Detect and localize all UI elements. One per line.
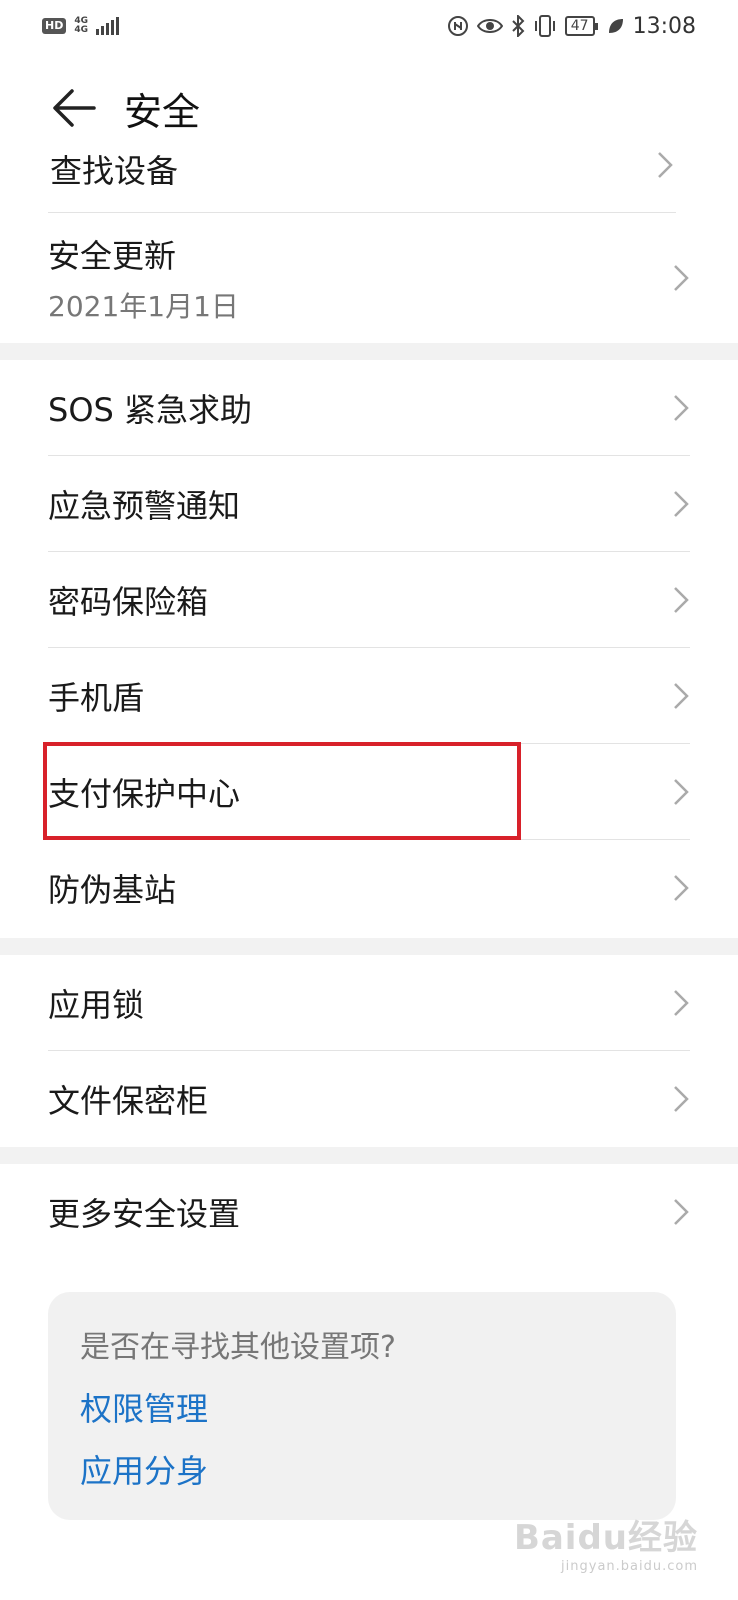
group-app-privacy: 应用锁 文件保密柜	[0, 955, 738, 1147]
signal-icon	[96, 17, 119, 35]
chevron-right-icon	[658, 152, 673, 178]
suggestions-question: 是否在寻找其他设置项?	[80, 1330, 396, 1365]
leaf-icon	[608, 19, 623, 33]
chevron-right-icon	[674, 989, 689, 1016]
settings-item-label: 应急预警通知	[48, 486, 241, 525]
network-type-bottom: 4G	[74, 25, 88, 35]
back-button[interactable]	[44, 78, 104, 138]
group-separator	[0, 343, 738, 360]
group-separator	[0, 938, 738, 955]
chevron-right-icon	[674, 875, 689, 901]
network-type: 4G 4G	[74, 17, 88, 35]
clock: 13:08	[632, 13, 696, 39]
settings-item-label: 文件保密柜	[48, 1082, 209, 1120]
group-separator	[0, 1147, 738, 1164]
settings-item-more-security[interactable]: 更多安全设置	[48, 1164, 690, 1260]
settings-item-label: 更多安全设置	[48, 1195, 241, 1233]
settings-item-find-device[interactable]: 查找设备	[48, 140, 678, 186]
settings-item-file-safe[interactable]: 文件保密柜	[48, 1051, 690, 1147]
security-update-date: 2021年1月1日	[48, 290, 239, 323]
settings-item-security-update[interactable]: 安全更新 2021年1月1日	[48, 213, 690, 343]
status-bar: HD 4G 4G 47 13:08	[0, 0, 738, 52]
watermark-brand: Baidu经验	[513, 1518, 698, 1558]
settings-item-label: 密码保险箱	[48, 582, 209, 621]
group-security-update: 安全更新 2021年1月1日	[0, 213, 738, 343]
chevron-right-icon	[674, 586, 689, 613]
suggestion-link-permissions[interactable]: 权限管理	[80, 1384, 644, 1430]
settings-item-label: 安全更新	[48, 237, 177, 275]
baidu-watermark: Baidu经验 jingyan.baidu.com	[514, 1510, 698, 1574]
bluetooth-icon	[512, 15, 525, 37]
watermark-url: jingyan.baidu.com	[561, 1559, 698, 1574]
settings-item-emergency-alerts[interactable]: 应急预警通知	[48, 456, 690, 552]
settings-item-payment-protection[interactable]: 支付保护中心	[48, 744, 690, 840]
chevron-right-icon	[674, 394, 689, 421]
suggestions-card: 是否在寻找其他设置项? 权限管理 应用分身	[48, 1292, 676, 1520]
back-arrow-icon	[53, 89, 96, 127]
vibrate-icon	[534, 15, 555, 37]
settings-item-label: 查找设备	[50, 152, 179, 186]
eye-icon	[476, 19, 503, 33]
hd-badge: HD	[42, 18, 67, 34]
group-more: 更多安全设置	[0, 1164, 738, 1260]
settings-item-app-lock[interactable]: 应用锁	[48, 955, 690, 1051]
chevron-right-icon	[674, 778, 689, 805]
settings-item-label: 手机盾	[48, 678, 145, 717]
settings-item-label: 支付保护中心	[48, 774, 241, 813]
settings-item-label: 应用锁	[48, 985, 145, 1024]
chevron-right-icon	[674, 490, 689, 517]
battery-indicator: 47	[564, 16, 598, 36]
app-header: 安全	[0, 72, 738, 144]
chevron-right-icon	[674, 265, 689, 291]
settings-item-password-vault[interactable]: 密码保险箱	[48, 552, 690, 648]
suggestion-link-app-twin[interactable]: 应用分身	[80, 1446, 644, 1492]
page-title: 安全	[124, 89, 201, 134]
chevron-right-icon	[674, 682, 689, 709]
settings-item-sos[interactable]: SOS 紧急求助	[48, 360, 690, 456]
settings-item-pseudo-base-station[interactable]: 防伪基站	[48, 840, 690, 936]
settings-item-label: SOS 紧急求助	[48, 390, 252, 429]
settings-item-phone-shield[interactable]: 手机盾	[48, 648, 690, 744]
chevron-right-icon	[674, 1199, 689, 1225]
group-security-features: SOS 紧急求助 应急预警通知 密码保险箱 手机盾 支付保护中心 防伪基站	[0, 360, 738, 936]
nfc-icon	[447, 16, 468, 36]
settings-item-label: 防伪基站	[48, 871, 177, 909]
chevron-right-icon	[674, 1086, 689, 1112]
